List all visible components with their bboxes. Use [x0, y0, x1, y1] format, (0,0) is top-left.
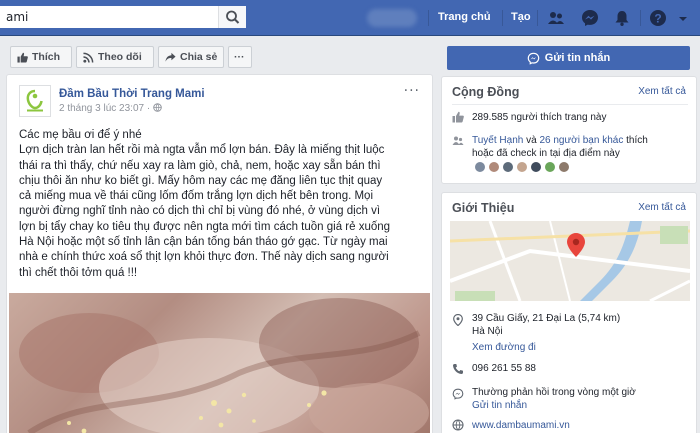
post-date: 2 tháng 3 lúc 23:07 ·: [59, 103, 153, 114]
post-line: Lợn dịch tràn lan hết rồi mà ngta vẫn mổ…: [19, 144, 385, 157]
messenger-icon[interactable]: [580, 8, 600, 28]
send-message-label: Gửi tin nhắn: [544, 52, 611, 64]
share-label: Chia sẻ: [180, 51, 218, 63]
rss-follow-icon: [83, 52, 94, 63]
response-info: Thường phản hồi trong vòng một giờ Gửi t…: [472, 386, 692, 412]
divider: [428, 10, 429, 26]
post-timestamp[interactable]: 2 tháng 3 lúc 23:07 ·: [59, 103, 162, 114]
like-page-button[interactable]: Thích: [10, 46, 72, 68]
divider: [452, 104, 688, 105]
share-page-button[interactable]: Chia sẻ: [158, 46, 224, 68]
response-time-text: Thường phản hồi trong vòng một giờ: [472, 387, 636, 398]
post-line: lợn bị tẩy chay ko tiêu thụ được nên ngt…: [19, 220, 391, 233]
user-profile-blurred[interactable]: [367, 9, 417, 27]
about-card: Giới Thiệu Xem tất cả 39 Cầu Giấy, 21 Đạ…: [441, 192, 697, 433]
checkin-tail: thích: [623, 135, 648, 146]
globe-public-icon: [153, 103, 162, 112]
about-see-all-link[interactable]: Xem tất cả: [638, 202, 686, 213]
like-label: Thích: [32, 51, 60, 63]
location-pin-icon: [453, 314, 463, 326]
avatar[interactable]: [488, 161, 500, 173]
avatar[interactable]: [558, 161, 570, 173]
address-line-2: Hà Nội: [472, 326, 503, 337]
post-line: người đừng nghĩ tỉnh nào có dịch thì chỉ…: [19, 205, 381, 218]
post-line: chịu thôi ăn như ko biết gì. Mấy hôm nay…: [19, 174, 383, 187]
send-message-link[interactable]: Gửi tin nhắn: [472, 400, 527, 411]
friend-name-link[interactable]: Tuyết Hạnh: [472, 135, 523, 146]
post-page-name-link[interactable]: Đầm Bầu Thời Trang Mami: [59, 88, 205, 100]
post-card: Đầm Bầu Thời Trang Mami 2 tháng 3 lúc 23…: [6, 74, 433, 433]
post-photo[interactable]: [9, 293, 430, 433]
other-friends-link[interactable]: 26 người bạn khác: [539, 135, 623, 146]
phone-icon: [453, 364, 463, 374]
avatar[interactable]: [502, 161, 514, 173]
post-line: Các mẹ bầu ơi để ý nhé: [19, 129, 142, 141]
divider: [537, 10, 538, 26]
community-title: Cộng Đồng: [452, 85, 520, 99]
post-line: cả miếng mua về thái cũng lốm đốm trắng …: [19, 190, 374, 203]
page-likes-icon: [452, 111, 464, 123]
search-button[interactable]: [218, 6, 246, 28]
search-icon: [226, 10, 240, 24]
mami-logo-icon: [26, 89, 43, 112]
account-menu-caret-icon[interactable]: [676, 8, 690, 28]
send-message-button[interactable]: Gửi tin nhắn: [447, 46, 690, 70]
divider: [502, 10, 503, 26]
address-text: 39 Cầu Giấy, 21 Đại La (5,74 km) Hà Nội …: [472, 312, 692, 358]
avatar[interactable]: [474, 161, 486, 173]
svg-text:?: ?: [654, 11, 661, 25]
divider: [640, 10, 641, 26]
search-input[interactable]: [6, 9, 216, 25]
share-arrow-icon: [165, 52, 176, 62]
directions-link[interactable]: Xem đường đi: [472, 342, 536, 353]
community-see-all-link[interactable]: Xem tất cả: [638, 86, 686, 97]
avatar[interactable]: [516, 161, 528, 173]
nav-home-link[interactable]: Trang chủ: [438, 11, 491, 23]
address-line-1: 39 Cầu Giấy, 21 Đại La (5,74 km): [472, 313, 621, 324]
top-bar: Trang chủ Tạo ?: [0, 0, 700, 36]
more-options-label: ···: [234, 51, 245, 63]
messenger-icon: [452, 388, 464, 400]
avatar[interactable]: [544, 161, 556, 173]
post-line: thái ra thì thấy, chứ nếu xay ra làm giò…: [19, 159, 381, 172]
more-options-button[interactable]: ···: [228, 46, 252, 68]
friend-requests-icon[interactable]: [546, 8, 566, 28]
post-line: Hà Nội hoặc một số tỉnh lân cận bán tống…: [19, 236, 388, 249]
about-title: Giới Thiệu: [452, 201, 515, 215]
nav-create-link[interactable]: Tạo: [511, 11, 531, 23]
post-line: nhà e chính thức xoá sổ thịt lợn khỏi th…: [19, 251, 389, 264]
post-text: Các mẹ bầu ơi để ý nhé Lợn dịch tràn lan…: [19, 128, 429, 281]
post-options-button[interactable]: ···: [404, 83, 420, 99]
friends-checkin-text: Tuyết Hạnh và 26 người bạn khác thích ho…: [472, 134, 692, 160]
search-box[interactable]: [0, 6, 246, 28]
page-likes-count: 289.585 người thích trang này: [472, 112, 607, 123]
help-icon[interactable]: ?: [648, 8, 668, 28]
map-pin-icon: [567, 233, 585, 257]
friends-checkin-icon: [452, 136, 464, 145]
post-line: thì chết thôi tởm quá !!!: [19, 266, 138, 279]
location-map[interactable]: [450, 221, 690, 301]
website-link[interactable]: www.dambaumami.vn: [472, 419, 570, 432]
phone-number[interactable]: 096 261 55 88: [472, 362, 536, 375]
follow-page-button[interactable]: Theo dõi: [76, 46, 154, 68]
messenger-icon: [527, 52, 540, 65]
website-globe-icon: [452, 419, 464, 431]
meat-photo-placeholder: [19, 298, 429, 433]
checkin-connector: và: [523, 135, 540, 146]
follow-label: Theo dõi: [98, 51, 142, 63]
notifications-bell-icon[interactable]: [612, 8, 632, 28]
checkin-tail-2: hoặc đã check in tại địa điểm này: [472, 148, 620, 159]
thumbs-up-icon: [17, 52, 28, 63]
page-avatar[interactable]: [19, 85, 51, 117]
avatar[interactable]: [530, 161, 542, 173]
community-card: Cộng Đồng Xem tất cả 289.585 người thích…: [441, 76, 697, 184]
